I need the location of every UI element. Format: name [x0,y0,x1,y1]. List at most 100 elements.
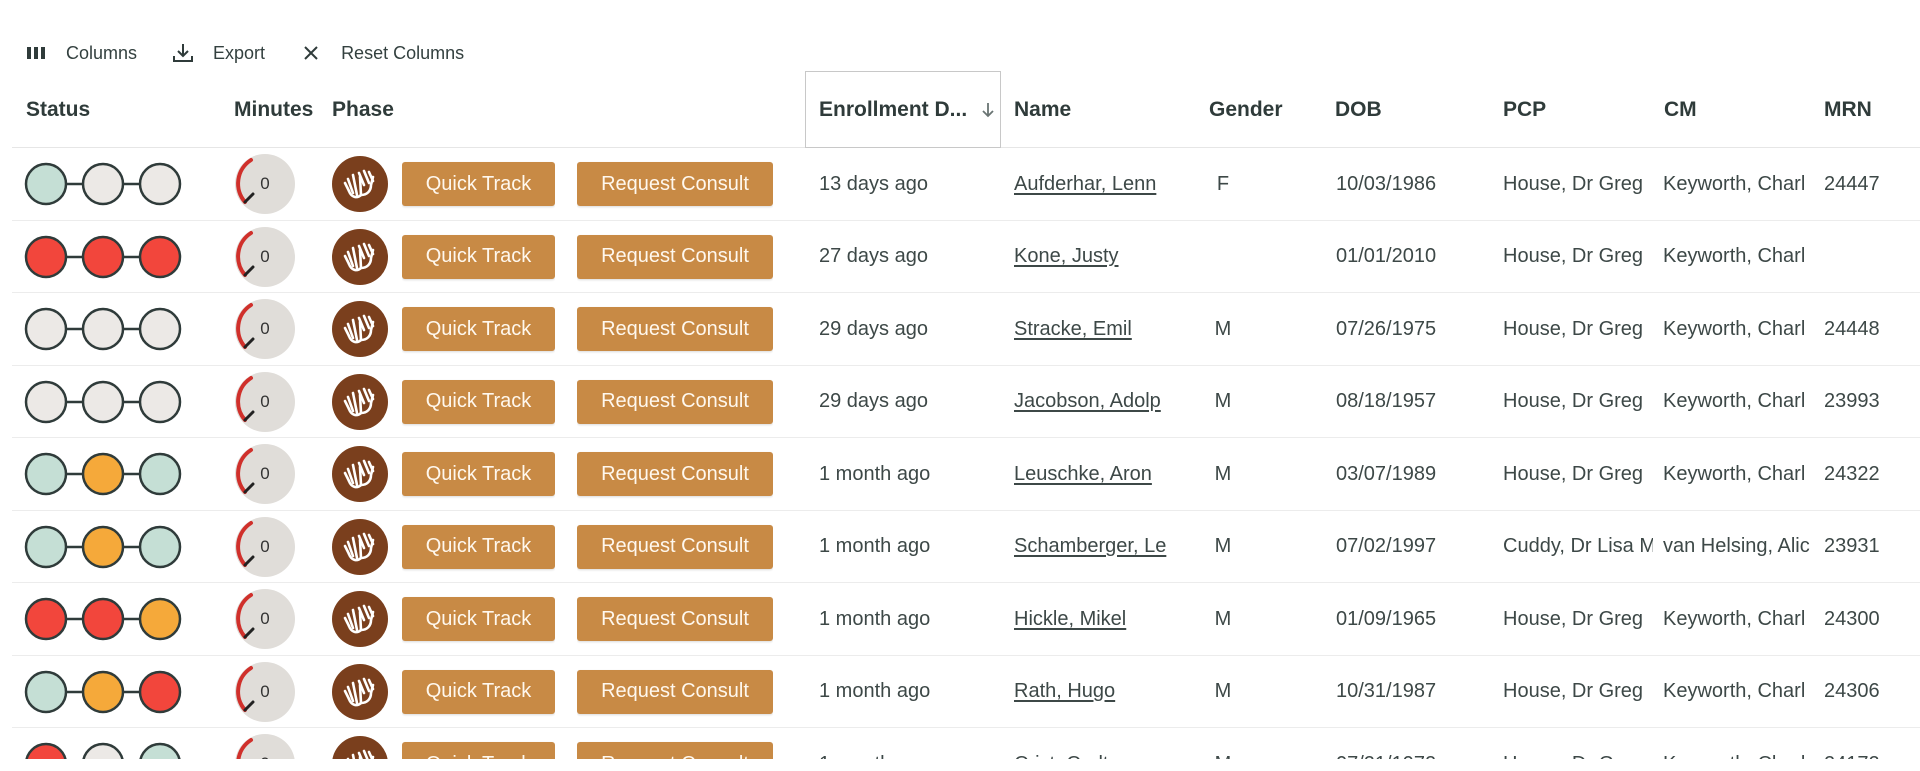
status-dot-red [138,670,182,713]
patient-grid: Status Minutes Phase Enrollment D... Nam… [12,71,1920,771]
patient-name-link[interactable]: Aufderhar, Lenn [1014,173,1156,196]
arrow-down-icon [982,102,994,117]
quick-track-cell: Quick Track [402,656,555,728]
request-consult-button[interactable]: Request Consult [577,524,773,569]
request-consult-button[interactable]: Request Consult [577,597,773,641]
phase-cell[interactable] [331,656,391,728]
enrollment-date-cell: 1 month ago [819,462,931,485]
column-header-mrn[interactable]: MRN [1824,71,1872,148]
table-row[interactable]: 0 Quick Track Request Consult 29 days ago Ja… [12,366,1920,438]
minutes-timer: 0 [233,152,297,216]
grid-header: Status Minutes Phase Enrollment D... Nam… [12,71,1920,148]
patient-name-link[interactable]: Jacobson, Adolp [1014,390,1161,413]
status-dot-red [24,597,68,641]
quick-track-cell: Quick Track [402,148,555,220]
gender-cell: M [1214,680,1232,702]
table-row[interactable]: 0 Quick Track Request Consult 1 month ago Le… [12,438,1920,511]
column-header-minutes[interactable]: Minutes [234,71,313,148]
patient-name-link[interactable]: Leuschke, Aron [1014,463,1152,486]
minutes-timer: 0 [233,225,297,289]
status-dot-gray [81,307,125,351]
status-indicators [24,525,182,568]
request-consult-cell: Request Consult [577,221,773,293]
name-cell: Hickle, Mikel [1014,583,1172,655]
hands-icon [332,373,388,430]
table-row[interactable]: 0 Quick Track Request Consult 13 days ago Au… [12,148,1920,221]
status-dot-green [24,452,68,496]
phase-cell[interactable] [331,221,391,293]
phase-cell[interactable] [331,438,391,510]
request-consult-button[interactable]: Request Consult [577,162,773,206]
gender-cell [1208,221,1238,293]
column-header-phase[interactable]: Phase [332,71,394,148]
status-dot-green [24,525,68,568]
request-consult-cell: Request Consult [577,148,773,220]
reset-columns-button-label: Reset Columns [341,42,465,63]
quick-track-button[interactable]: Quick Track [402,379,555,424]
mrn-cell: 23993 [1824,390,1880,412]
minutes-cell: 0 [233,656,303,728]
table-row[interactable]: 0 Quick Track Request Consult 1 month ago Sc… [12,511,1920,583]
mrn-cell: 23931 [1824,535,1880,557]
dob-cell: 10/31/1987 [1336,680,1437,702]
patient-name-link[interactable]: Kone, Justy [1014,245,1119,268]
request-consult-button[interactable]: Request Consult [577,234,773,279]
patient-name-link[interactable]: Stracke, Emil [1014,318,1132,341]
status-cell [24,583,194,655]
dob-cell: 07/02/1997 [1336,535,1437,557]
enrollment-date-cell: 1 month ago [819,680,931,702]
status-cell [24,656,194,728]
phase-cell[interactable] [331,293,391,365]
columns-button[interactable]: Columns [24,41,137,65]
table-row[interactable]: 0 Quick Track Request Consult 1 month ago Hi… [12,583,1920,656]
column-header-name[interactable]: Name [1014,71,1071,148]
request-consult-button[interactable]: Request Consult [577,379,773,424]
cm-cell: Keyworth, Charl [1663,245,1806,267]
phase-cell[interactable] [331,366,391,438]
patient-name-link[interactable]: Schamberger, Le [1014,535,1166,558]
quick-track-button[interactable]: Quick Track [402,669,555,714]
column-header-pcp[interactable]: PCP [1503,71,1546,148]
pcp-cell: Cuddy, Dr Lisa M [1503,535,1653,557]
quick-track-button[interactable]: Quick Track [402,234,555,279]
column-header-cm[interactable]: CM [1664,71,1697,148]
table-row[interactable]: 0 Quick Track Request Consult 1 month ago Ra… [12,656,1920,728]
cm-cell: van Helsing, Alic [1663,535,1810,557]
quick-track-button[interactable]: Quick Track [402,597,555,641]
status-cell [24,148,194,220]
table-row[interactable]: 0 Quick Track Request Consult 29 days ago St… [12,293,1920,366]
minutes-timer: 0 [233,370,297,434]
column-header-dob[interactable]: DOB [1335,71,1382,148]
quick-track-cell: Quick Track [402,583,555,655]
quick-track-button[interactable]: Quick Track [402,307,555,351]
status-dot-green [24,162,68,206]
column-header-gender[interactable]: Gender [1209,71,1283,148]
quick-track-button[interactable]: Quick Track [402,162,555,206]
column-header-enrollment-date[interactable]: Enrollment D... [805,71,1001,148]
enrollment-date-cell: 29 days ago [819,390,928,412]
phase-cell[interactable] [331,511,391,583]
export-button[interactable]: Export [171,41,265,65]
minutes-cell: 0 [233,366,303,438]
name-cell: Jacobson, Adolp [1014,366,1172,438]
status-indicators [24,162,182,206]
column-header-status[interactable]: Status [26,71,90,148]
request-consult-button[interactable]: Request Consult [577,669,773,714]
table-row[interactable]: 0 Quick Track Request Consult 27 days ago Ko… [12,221,1920,293]
phase-cell[interactable] [331,148,391,220]
hands-icon [332,228,388,285]
minutes-cell: 0 [233,221,303,293]
columns-icon [24,41,48,65]
patient-name-link[interactable]: Rath, Hugo [1014,680,1115,703]
status-dot-red [138,235,182,278]
phase-cell[interactable] [331,583,391,655]
reset-columns-button[interactable]: Reset Columns [299,41,464,65]
request-consult-button[interactable]: Request Consult [577,307,773,351]
minutes-value: 0 [260,536,270,556]
request-consult-button[interactable]: Request Consult [577,452,773,496]
patient-name-link[interactable]: Hickle, Mikel [1014,608,1126,631]
status-dot-red [81,235,125,278]
quick-track-button[interactable]: Quick Track [402,524,555,569]
quick-track-button[interactable]: Quick Track [402,452,555,496]
status-indicators [24,235,182,278]
